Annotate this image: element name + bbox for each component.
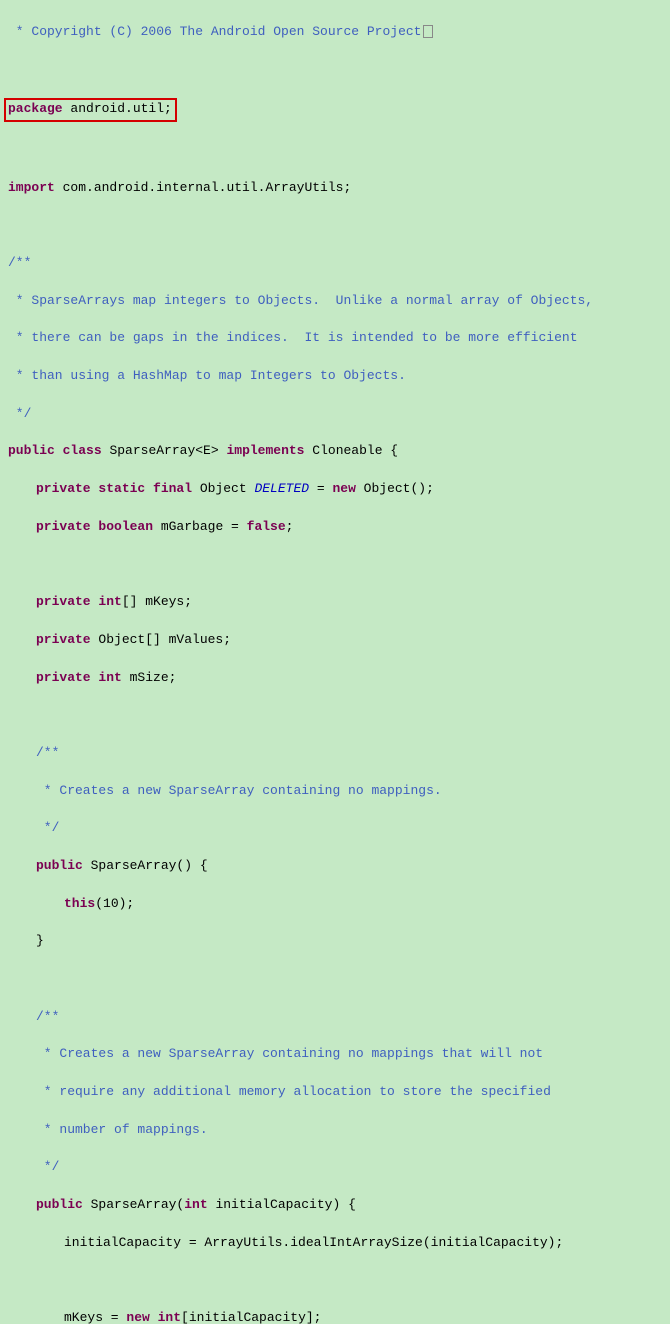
class-name: SparseArray<E> <box>102 443 227 458</box>
field-mgarbage: mGarbage = <box>153 519 247 534</box>
package-highlight: package android.util; <box>4 98 177 122</box>
javadoc-line: * Creates a new SparseArray containing n… <box>36 1046 543 1061</box>
int-keyword: int <box>184 1197 207 1212</box>
javadoc-open: /** <box>36 745 59 760</box>
null-char-box <box>423 25 433 38</box>
field-mvalues: Object[] mValues; <box>91 632 231 647</box>
copyright-comment: * Copyright (C) 2006 The Android Open So… <box>8 24 421 39</box>
javadoc-line: * number of mappings. <box>36 1122 208 1137</box>
import-name: com.android.internal.util.ArrayUtils; <box>55 180 351 195</box>
close-brace: } <box>36 933 44 948</box>
modifiers: private boolean <box>36 519 153 534</box>
ctor-params: initialCapacity) { <box>208 1197 356 1212</box>
javadoc-line: * require any additional memory allocati… <box>36 1084 551 1099</box>
ctor-body-line: initialCapacity = ArrayUtils.idealIntArr… <box>64 1235 563 1250</box>
field-mkeys: [] mKeys; <box>122 594 192 609</box>
modifiers: private int <box>36 670 122 685</box>
javadoc-line: * than using a HashMap to map Integers t… <box>8 368 406 383</box>
javadoc-line: * there can be gaps in the indices. It i… <box>8 330 578 345</box>
package-keyword: package <box>8 101 63 116</box>
javadoc-open: /** <box>36 1009 59 1024</box>
modifiers: private <box>36 632 91 647</box>
false-keyword: false <box>247 519 286 534</box>
ctor-name: SparseArray( <box>83 1197 184 1212</box>
code-viewer: * Copyright (C) 2006 The Android Open So… <box>0 0 670 1324</box>
type: Object <box>192 481 254 496</box>
package-name: android.util; <box>63 101 172 116</box>
javadoc-line: * Creates a new SparseArray containing n… <box>36 783 442 798</box>
javadoc-close: */ <box>8 406 31 421</box>
public-keyword: public <box>36 858 83 873</box>
int-keyword: int <box>150 1310 181 1324</box>
javadoc-close: */ <box>36 820 59 835</box>
this-keyword: this <box>64 896 95 911</box>
public-keyword: public <box>8 443 55 458</box>
new-keyword: new <box>126 1310 149 1324</box>
interface-name: Cloneable { <box>304 443 398 458</box>
import-keyword: import <box>8 180 55 195</box>
class-keyword: class <box>63 443 102 458</box>
const-deleted: DELETED <box>254 481 309 496</box>
implements-keyword: implements <box>226 443 304 458</box>
modifiers: private int <box>36 594 122 609</box>
public-keyword: public <box>36 1197 83 1212</box>
javadoc-open: /** <box>8 255 31 270</box>
ctor-sig: SparseArray() { <box>83 858 208 873</box>
field-msize: mSize; <box>122 670 177 685</box>
javadoc-close: */ <box>36 1159 59 1174</box>
javadoc-line: * SparseArrays map integers to Objects. … <box>8 293 593 308</box>
modifiers: private static final <box>36 481 192 496</box>
new-keyword: new <box>332 481 355 496</box>
